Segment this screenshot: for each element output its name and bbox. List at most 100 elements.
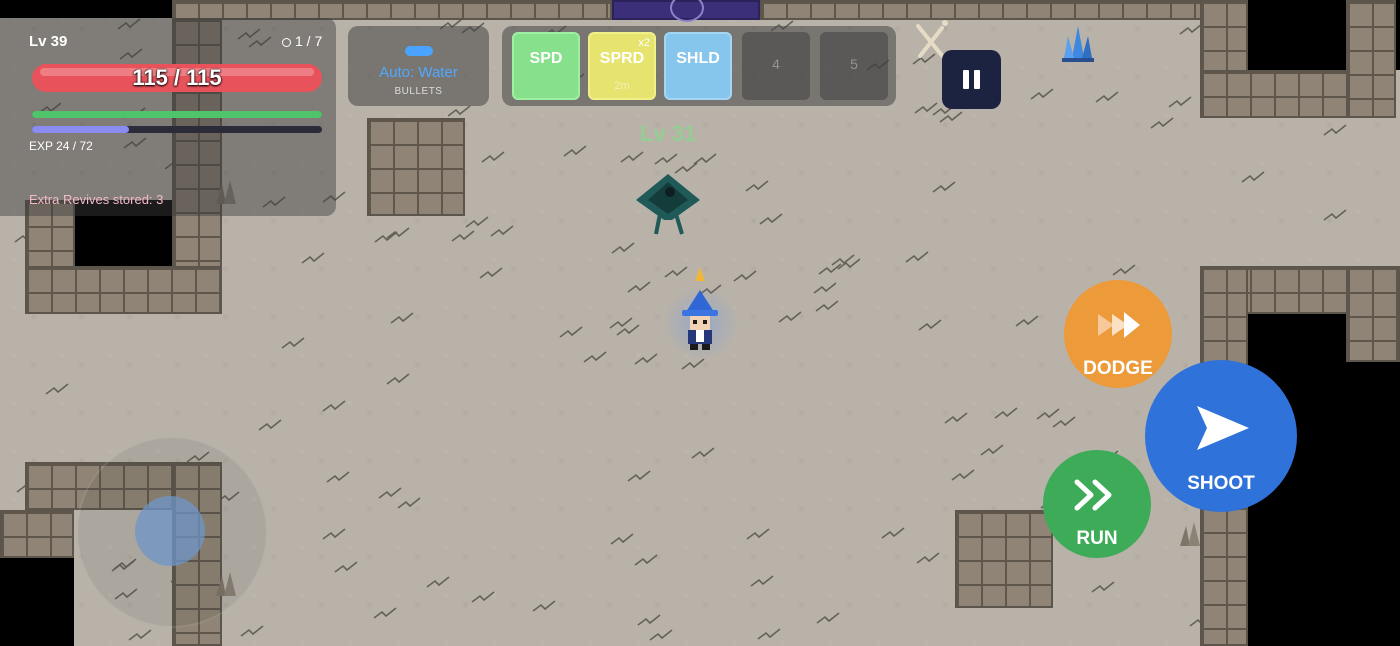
chevrons-right-icon — [1074, 479, 1112, 511]
floor-crack — [745, 180, 769, 192]
floor-crack — [627, 281, 651, 293]
floor-crack — [479, 267, 503, 279]
floor-crack — [681, 358, 705, 370]
floor-crack — [818, 263, 842, 275]
floor-crack — [322, 528, 346, 540]
enemy-level-label: Lv 31 — [640, 121, 697, 146]
floor-crack — [757, 628, 781, 640]
floor-crack — [637, 614, 661, 626]
portal-rune-icon — [670, 0, 704, 22]
run-label: RUN — [1076, 528, 1118, 549]
shoot-button[interactable]: SHOOT — [1145, 360, 1297, 512]
floor-crack — [1179, 23, 1203, 35]
exp-text: EXP 24 / 72 — [29, 139, 93, 153]
joystick-knob[interactable] — [135, 496, 205, 566]
powerup-label: 4 — [772, 56, 780, 72]
floor-crack — [326, 471, 350, 483]
floor-crack — [1015, 315, 1039, 327]
stamina-bar-fill — [32, 111, 322, 118]
floor-crack — [334, 561, 358, 573]
powerup-label: SHLD — [676, 50, 720, 67]
floor-crack — [1112, 264, 1136, 276]
floor-crack — [1091, 581, 1115, 593]
run-button[interactable]: RUN — [1043, 450, 1151, 558]
double-arrow-right-icon — [1098, 312, 1140, 338]
ammo-type-label: BULLETS — [394, 86, 443, 97]
wall-right-mid-2 — [1346, 266, 1400, 362]
floor-crack — [386, 373, 410, 385]
floor-crack — [609, 317, 633, 329]
powerup-label: SPD — [529, 50, 563, 67]
floor-crack — [691, 447, 715, 459]
floor-crack — [831, 254, 855, 266]
floor-crack — [426, 576, 450, 588]
floor-crack — [322, 400, 346, 412]
powerup-multiplier: x2 — [638, 37, 650, 49]
floor-crack — [481, 151, 505, 163]
floor-crack — [951, 469, 975, 481]
floor-crack — [128, 629, 152, 641]
exp-bar — [32, 126, 322, 133]
floor-crack — [939, 111, 963, 123]
floor-crack — [1323, 124, 1347, 136]
floor-crack — [465, 216, 489, 228]
powerup-slot-sprd[interactable]: x2 SPRD 2m — [588, 32, 656, 100]
portal-door — [612, 0, 760, 22]
floor-crack — [634, 353, 658, 365]
health-text: 115 / 115 — [132, 65, 222, 90]
bullet-pill-icon — [404, 46, 433, 56]
blue-crystal-icon — [1062, 26, 1094, 62]
powerup-slot-shld[interactable]: SHLD — [664, 32, 732, 100]
enemy-shadow-creature[interactable] — [632, 170, 704, 240]
floor-crack — [397, 497, 421, 509]
floor-crack — [471, 591, 495, 603]
floor-crack — [532, 600, 556, 612]
paper-plane-icon — [1197, 406, 1249, 450]
floor-crack — [559, 326, 583, 338]
extra-revives-text: Extra Revives stored: 3 — [29, 192, 164, 207]
ammo-mode-button[interactable]: Auto: Water BULLETS — [348, 26, 489, 106]
floor-crack — [654, 153, 678, 165]
floor-crack — [778, 311, 802, 323]
floor-crack — [759, 213, 783, 225]
powerup-duration: 2m — [614, 80, 630, 92]
floor-crack — [649, 629, 673, 641]
floor-crack — [994, 407, 1018, 419]
kill-counter: 1 / 7 — [282, 33, 322, 49]
floor-crack — [611, 242, 635, 254]
shoot-label: SHOOT — [1187, 473, 1255, 494]
wall-pillar — [367, 118, 465, 216]
powerup-slot-4[interactable]: 4 — [742, 32, 810, 100]
floor-crack — [1036, 408, 1060, 420]
pause-button[interactable] — [942, 50, 1001, 109]
floor-crack — [815, 300, 839, 312]
floor-crack — [1030, 88, 1054, 100]
wall-left-bottom — [25, 266, 222, 314]
floor-crack — [447, 105, 471, 117]
floor-crack — [1095, 91, 1119, 103]
wall-top-2 — [760, 0, 1248, 20]
floor-crack — [301, 252, 325, 264]
powerup-slots: SPD x2 SPRD 2m SHLD 4 5 — [502, 26, 896, 106]
powerup-slot-spd[interactable]: SPD — [512, 32, 580, 100]
void-bottom-left — [0, 556, 74, 646]
floor-crack — [258, 419, 282, 431]
stamina-bar — [32, 111, 322, 118]
ammo-mode-label: Auto: Water — [379, 64, 458, 81]
floor-crack — [916, 552, 940, 564]
floor-crack — [746, 528, 770, 540]
floor-crack — [1241, 171, 1265, 183]
aim-arrow-icon — [695, 267, 705, 281]
floor-crack — [490, 225, 514, 237]
dodge-label: DODGE — [1083, 358, 1153, 379]
wall-top — [172, 0, 612, 20]
floor-crack — [386, 227, 410, 239]
floor-crack — [932, 181, 956, 193]
player-wizard — [682, 290, 718, 350]
floor-crack — [1150, 117, 1174, 129]
wall-bottom-block — [955, 510, 1053, 608]
floor-crack — [627, 470, 651, 482]
floor-crack — [634, 554, 658, 566]
dodge-button[interactable]: DODGE — [1064, 280, 1172, 388]
powerup-slot-5[interactable]: 5 — [820, 32, 888, 100]
